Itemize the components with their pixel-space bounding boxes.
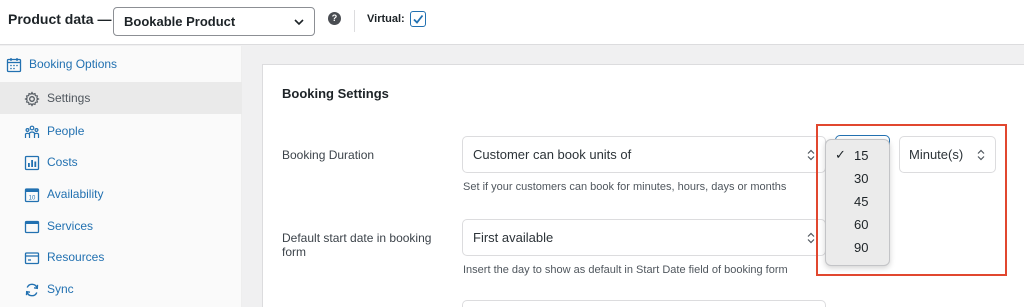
sidebar-item-label: Costs [47, 155, 78, 169]
product-data-tabs: Booking Options Settings People Costs 10… [0, 46, 242, 307]
default-start-date-select[interactable]: First available [462, 219, 826, 256]
checkmark-icon [413, 14, 424, 24]
sidebar-item-costs[interactable]: Costs [0, 146, 242, 178]
annotation-highlight-box [816, 124, 1007, 276]
calendar-icon [6, 58, 22, 73]
sidebar-item-label: Availability [47, 187, 104, 201]
sidebar-item-label: Settings [47, 91, 91, 105]
people-icon [24, 125, 40, 138]
booking-duration-label: Booking Duration [282, 148, 375, 162]
product-data-label: Product data — [8, 11, 112, 27]
sidebar-item-label: Resources [47, 250, 105, 264]
virtual-checkbox[interactable] [410, 11, 426, 27]
booking-duration-type-value: Customer can book units of [473, 147, 632, 162]
chevron-down-icon [294, 19, 304, 26]
product-type-select[interactable]: Bookable Product [113, 7, 315, 36]
bar-chart-icon [24, 155, 40, 171]
default-start-date-help: Insert the day to show as default in Sta… [463, 264, 788, 276]
booking-duration-help: Set if your customers can book for minut… [463, 181, 787, 193]
sidebar-item-label: Sync [47, 282, 74, 296]
booking-duration-type-select[interactable]: Customer can book units of [462, 136, 826, 173]
divider [354, 10, 355, 32]
select-arrows-icon [807, 149, 815, 161]
default-start-date-value: First available [473, 230, 554, 245]
sidebar-item-label: Booking Options [29, 57, 118, 71]
product-type-value: Bookable Product [124, 14, 236, 29]
sync-icon [25, 283, 39, 297]
default-start-date-label: Default start date in booking form [282, 231, 432, 259]
select-arrows-icon [807, 232, 815, 244]
sidebar-item-settings[interactable]: Settings [0, 82, 242, 114]
sidebar-item-booking-options[interactable]: Booking Options [0, 48, 242, 80]
sidebar-item-availability[interactable]: 10 Availability [0, 178, 242, 210]
sidebar-item-services[interactable]: Services [0, 210, 242, 242]
sidebar-item-label: Services [47, 219, 94, 233]
product-data-bar: Product data — Bookable Product ? Virtua… [0, 0, 1024, 45]
sidebar-item-resources[interactable]: Resources [0, 241, 242, 273]
sidebar-item-people[interactable]: People [0, 115, 242, 147]
sidebar-item-sync[interactable]: Sync [0, 273, 242, 305]
gear-icon [24, 91, 40, 107]
svg-text:10: 10 [29, 196, 36, 202]
window-icon [24, 220, 40, 234]
next-field-select[interactable] [462, 300, 826, 307]
card-icon [24, 252, 40, 265]
section-title: Booking Settings [282, 86, 389, 101]
calendar-day-icon: 10 [24, 188, 40, 203]
help-icon[interactable]: ? [328, 12, 341, 25]
virtual-label: Virtual: [367, 13, 405, 25]
sidebar-item-label: People [47, 124, 85, 138]
